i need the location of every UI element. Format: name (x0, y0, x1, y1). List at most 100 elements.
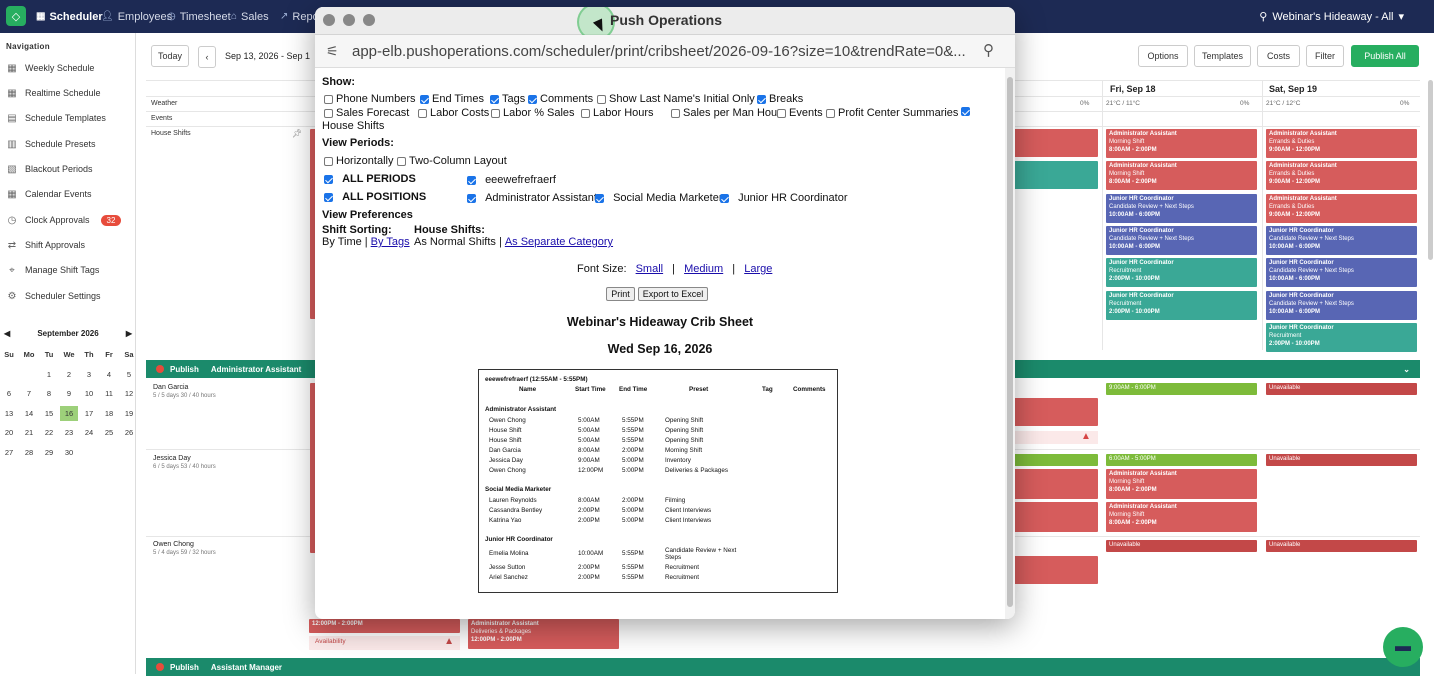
font-medium-link[interactable]: Medium (684, 263, 723, 275)
calendar-day[interactable]: 25 (100, 425, 118, 440)
calendar-day[interactable]: 23 (60, 425, 78, 440)
all-positions-checkbox[interactable]: ALL POSITIONS (324, 191, 426, 203)
shift-block[interactable]: Junior HR Coordinator Recruitment 2:00PM -… (1106, 258, 1257, 288)
calendar-day[interactable]: 24 (80, 425, 98, 440)
calendar-day[interactable]: 4 (100, 367, 118, 382)
nav-employees[interactable]: 👤︎ Employees (101, 0, 172, 33)
show-option-checkbox[interactable]: Events (777, 107, 823, 119)
popup-scrollbar-thumb[interactable] (1007, 77, 1013, 607)
filter-button[interactable]: Filter (1306, 45, 1344, 67)
checkbox[interactable] (418, 108, 427, 118)
minimize-window-icon[interactable] (343, 14, 355, 26)
checkbox[interactable] (597, 94, 606, 104)
url-text[interactable]: app-elb.pushoperations.com/scheduler/pri… (352, 43, 972, 60)
calendar-day[interactable]: 18 (100, 406, 118, 421)
shift-block[interactable]: Junior HR Coordinator Recruitment 2:00PM -… (1266, 322, 1417, 352)
nav-scheduler[interactable]: ▦ Scheduler (36, 0, 103, 33)
checkbox[interactable] (671, 108, 680, 118)
shift-block[interactable]: Junior HR Coordinator Candidate Review + … (1106, 225, 1257, 255)
options-button[interactable]: Options (1138, 45, 1188, 67)
shift-block[interactable]: Junior HR Coordinator Candidate Review + … (1266, 225, 1417, 255)
page-scrollbar[interactable] (1428, 80, 1433, 260)
shift-block[interactable]: Junior HR Coordinator Candidate Review + … (1266, 258, 1417, 288)
chat-bubble-icon[interactable]: ▬ (1383, 627, 1423, 667)
calendar-day[interactable]: 22 (40, 425, 58, 440)
calendar-day[interactable]: 28 (20, 445, 38, 460)
sidebar-item-schedule-presets[interactable]: ▥ Schedule Presets (6, 134, 95, 154)
sidebar-item-shift-approvals[interactable]: ⇄ Shift Approvals (6, 235, 85, 255)
site-settings-icon[interactable]: ⚟ (326, 43, 339, 60)
calendar-day[interactable]: 2 (60, 367, 78, 382)
checkbox[interactable] (490, 94, 499, 104)
app-logo-icon[interactable]: ◇ (6, 6, 26, 26)
nav-sales[interactable]: ⌂ Sales (231, 0, 269, 33)
sidebar-item-manage-shift-tags[interactable]: ⌖ Manage Shift Tags (6, 260, 99, 280)
shift-block[interactable]: Administrator Assistant Morning Shift 8:00… (1106, 502, 1257, 532)
calendar-day[interactable]: 10 (80, 386, 98, 401)
sidebar-item-weekly-schedule[interactable]: ▦ Weekly Schedule (6, 58, 94, 78)
calendar-day[interactable]: 6 (0, 386, 18, 401)
shift-block-partial[interactable] (1010, 502, 1098, 532)
position-junior-hr-checkbox[interactable]: Junior HR Coordinator (720, 192, 848, 204)
calendar-day[interactable]: 15 (40, 406, 58, 421)
sidebar-item-clock-approvals[interactable]: ◷ Clock Approvals 32 (6, 210, 122, 230)
calendar-day[interactable]: 30 (60, 445, 78, 460)
shift-block-partial[interactable] (1010, 129, 1098, 157)
checkbox[interactable] (777, 108, 786, 118)
unavailable-block[interactable]: Unavailable (1266, 540, 1417, 552)
shift-block-partial[interactable] (1010, 469, 1098, 499)
sidebar-item-blackout-periods[interactable]: ▧ Blackout Periods (6, 159, 92, 179)
font-small-link[interactable]: Small (636, 263, 664, 275)
show-option-checkbox[interactable]: Breaks (757, 93, 803, 105)
show-option-checkbox[interactable]: Tags (490, 93, 525, 105)
calendar-day[interactable]: 17 (80, 406, 98, 421)
warning-icon[interactable]: ▲ (1081, 431, 1091, 442)
show-option-checkbox[interactable]: Show Last Name's Initial Only (597, 93, 755, 105)
two-column-checkbox[interactable]: Two-Column Layout (397, 155, 507, 167)
nav-timesheet[interactable]: ◷ Timesheet (167, 0, 231, 33)
pin-icon[interactable]: 📌︎ (292, 129, 302, 138)
checkbox[interactable] (324, 94, 333, 104)
shift-block[interactable]: Junior HR Coordinator Recruitment 2:00PM -… (1106, 290, 1257, 320)
nav-reports[interactable]: ↗ Repo (280, 0, 319, 33)
shift-block[interactable]: Administrator Assistant Morning Shift 8:00… (1106, 129, 1257, 158)
checkbox[interactable] (757, 94, 766, 104)
calendar-day[interactable]: 13 (0, 406, 18, 421)
shift-block[interactable]: Administrator Assistant Morning Shift 8:00… (1106, 161, 1257, 191)
calendar-day[interactable]: 1 (40, 367, 58, 382)
shift-block-partial[interactable] (1010, 398, 1098, 426)
date-range-label[interactable]: Sep 13, 2026 - Sep 1 (225, 51, 310, 61)
by-tags-link[interactable]: By Tags (371, 236, 410, 248)
shift-block-partial[interactable] (1010, 161, 1098, 189)
sidebar-item-scheduler-settings[interactable]: ⚙ Scheduler Settings (6, 286, 101, 306)
calendar-day[interactable]: 27 (0, 445, 18, 460)
checkbox[interactable] (491, 108, 500, 118)
position-social-media-checkbox[interactable]: Social Media Marketer (595, 192, 723, 204)
shift-block[interactable]: Administrator Assistant Errands & Duties 9… (1266, 129, 1417, 158)
publish-link[interactable]: Publish (170, 365, 199, 374)
calendar-day[interactable]: 21 (20, 425, 38, 440)
window-title-bar[interactable]: Push Operations (315, 7, 1015, 41)
shift-block[interactable]: Administrator Assistant Errands & Duties 9… (1266, 161, 1417, 191)
publish-link[interactable]: Publish (170, 663, 199, 672)
unavailable-block[interactable]: Unavailable (1106, 540, 1257, 552)
location-selector[interactable]: ⚲ Webinar's Hideaway - All ▾ (1259, 0, 1404, 33)
shift-block[interactable]: Junior HR Coordinator Candidate Review + … (1266, 290, 1417, 320)
chevron-down-icon[interactable]: ⌄ (1403, 365, 1410, 374)
horizontally-checkbox[interactable]: Horizontally (324, 155, 393, 167)
show-option-checkbox[interactable]: Phone Numbers (324, 93, 416, 105)
checkbox[interactable] (324, 108, 333, 118)
publish-all-button[interactable]: Publish All (1351, 45, 1419, 67)
availability-block[interactable] (1010, 454, 1098, 466)
employee-row-jessica-day[interactable]: Jessica Day 6 / 5 days 53 / 40 hours (153, 455, 216, 470)
shift-block[interactable]: 12:00PM - 2:00PM (309, 619, 460, 633)
address-bar[interactable]: ⚟ app-elb.pushoperations.com/scheduler/p… (315, 35, 1015, 68)
warning-icon[interactable]: ▲ (444, 636, 454, 647)
availability-block[interactable]: 6:00AM - 5:00PM (1106, 454, 1257, 466)
prev-month-icon[interactable]: ◀ (4, 329, 10, 338)
sidebar-item-realtime-schedule[interactable]: ▦ Realtime Schedule (6, 83, 100, 103)
shift-block[interactable]: Administrator Assistant Errands & Duties 9… (1266, 193, 1417, 223)
unavailable-block[interactable]: Unavailable (1266, 383, 1417, 395)
today-button[interactable]: Today (151, 45, 189, 67)
prev-week-button[interactable]: ‹ (198, 46, 216, 68)
